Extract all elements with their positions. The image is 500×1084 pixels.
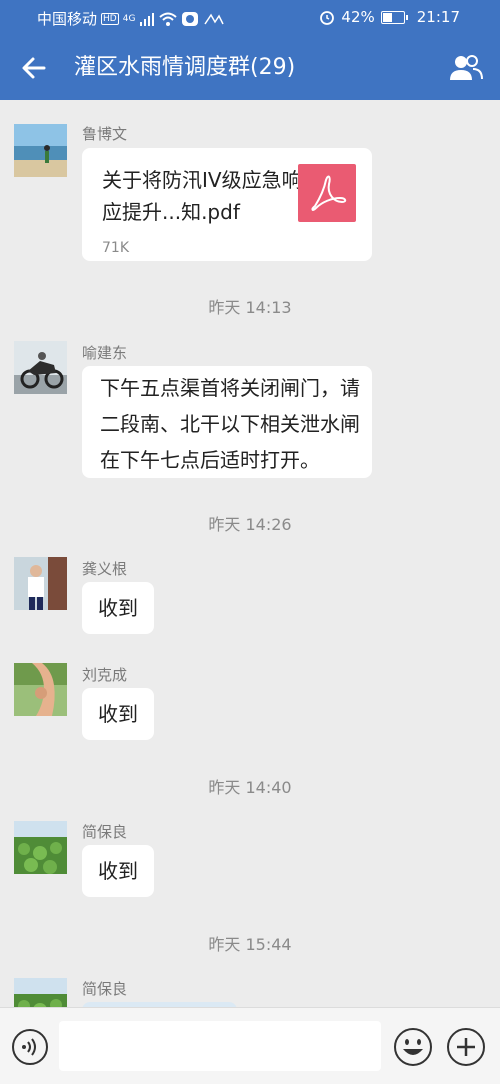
clock: 21:17 — [416, 8, 460, 26]
signal-icon — [140, 12, 155, 26]
timestamp: 昨天 14:26 — [208, 515, 292, 534]
back-arrow-icon[interactable] — [20, 52, 48, 84]
avatar[interactable] — [14, 557, 67, 610]
text-message-bubble[interactable]: 收到 — [82, 688, 154, 740]
message-item: 简保良 收到 — [0, 819, 500, 899]
status-bar: 中国移动 HD 4G 42% 21:17 — [0, 0, 500, 36]
input-bar — [0, 1007, 500, 1084]
hd-icon: HD — [101, 12, 119, 25]
app-notification-icon-2 — [204, 13, 225, 24]
timestamp: 昨天 14:13 — [208, 298, 292, 317]
emoji-icon[interactable] — [393, 1027, 433, 1067]
timestamp: 昨天 14:40 — [208, 778, 292, 797]
sender-name: 鲁博文 — [82, 125, 128, 143]
avatar-beach-image — [14, 124, 67, 177]
sender-name: 简保良 — [82, 823, 128, 841]
voice-input-icon[interactable] — [11, 1028, 49, 1066]
alarm-icon — [320, 11, 335, 25]
text-message-bubble[interactable]: 下午五点渠首将关闭闸门，请 二段南、北干以下相关泄水闸 在下午七点后适时打开。 — [82, 366, 372, 478]
sender-name: 龚义根 — [82, 560, 128, 578]
wifi-icon — [159, 12, 178, 26]
file-name: 关于将防汛IV级应急响应提升...知.pdf — [102, 168, 302, 224]
file-message-card[interactable]: 关于将防汛IV级应急响应提升...知.pdf 71K — [82, 148, 372, 261]
timestamp: 昨天 15:44 — [208, 935, 292, 954]
sender-name: 简保良 — [82, 980, 128, 998]
avatar[interactable] — [14, 124, 67, 177]
avatar[interactable] — [14, 978, 67, 1007]
file-size: 71K — [102, 240, 129, 256]
avatar[interactable] — [14, 341, 67, 394]
message-text-line: 在下午七点后适时打开。 — [100, 448, 320, 472]
avatar-field-image — [14, 978, 67, 1007]
avatar[interactable] — [14, 821, 67, 874]
message-item: 简保良 — [0, 976, 500, 1007]
pdf-file-icon — [298, 164, 356, 222]
app-notification-icon — [182, 11, 199, 26]
carrier-label: 中国移动 — [37, 10, 98, 28]
text-message-bubble[interactable]: 收到 — [82, 582, 154, 634]
avatar-field-image — [14, 821, 67, 874]
avatar-motorcycle-image — [14, 341, 67, 394]
message-input[interactable] — [59, 1021, 381, 1071]
message-item: 鲁博文 关于将防汛IV级应急响应提升...知.pdf 71K — [0, 120, 500, 270]
message-text-line: 下午五点渠首将关闭闸门，请 — [100, 376, 360, 400]
chat-header: 灌区水雨情调度群(29) — [0, 36, 500, 100]
more-options-plus-icon[interactable] — [446, 1027, 486, 1067]
battery-icon — [380, 10, 408, 24]
message-text-line: 二段南、北干以下相关泄水闸 — [100, 412, 360, 436]
sender-name: 刘克成 — [82, 666, 128, 684]
avatar[interactable] — [14, 663, 67, 716]
message-item: 龚义根 收到 — [0, 556, 500, 636]
text-message-bubble[interactable]: 收到 — [82, 845, 154, 897]
sender-name: 喻建东 — [82, 344, 128, 362]
battery-percent: 42% — [341, 8, 375, 26]
network-type-label: 4G — [122, 13, 136, 24]
message-item: 刘克成 收到 — [0, 662, 500, 742]
message-item: 喻建东 下午五点渠首将关闭闸门，请 二段南、北干以下相关泄水闸 在下午七点后适时… — [0, 340, 500, 480]
avatar-hand-image — [14, 663, 67, 716]
chat-title: 灌区水雨情调度群(29) — [74, 55, 296, 80]
group-members-icon[interactable] — [448, 52, 484, 84]
avatar-person-image — [14, 557, 67, 610]
